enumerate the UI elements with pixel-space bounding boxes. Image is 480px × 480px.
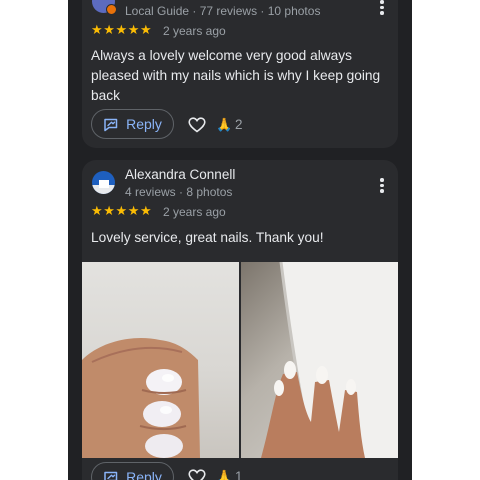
review-date: 2 years ago <box>163 205 226 219</box>
review-text: Always a lovely welcome very good always… <box>91 48 381 103</box>
more-options-button[interactable] <box>380 178 384 193</box>
reply-button[interactable]: Reply <box>91 109 174 139</box>
review-card: Alexandra Connell 4 reviews · 8 photos ★… <box>82 160 398 480</box>
reaction-count: 2 <box>235 117 243 132</box>
star-rating: ★★★★★ <box>91 22 153 37</box>
avatar[interactable] <box>92 0 117 15</box>
star-rating: ★★★★★ <box>91 203 153 218</box>
folded-hands-emoji: 🙏 <box>216 469 233 480</box>
review-card: Local Guide · 77 reviews · 10 photos ★★★… <box>82 0 398 148</box>
reply-icon <box>104 118 118 132</box>
reply-icon <box>104 471 118 480</box>
review-photo[interactable] <box>241 262 398 458</box>
review-photo[interactable] <box>82 262 239 458</box>
folded-hands-emoji: 🙏 <box>216 117 233 132</box>
reply-label: Reply <box>126 116 162 132</box>
local-guide-badge <box>106 4 117 15</box>
more-options-button[interactable] <box>380 0 384 15</box>
reply-button[interactable]: Reply <box>91 462 174 480</box>
reviewer-meta: Local Guide · 77 reviews · 10 photos <box>125 4 321 18</box>
heart-icon[interactable] <box>188 117 206 133</box>
review-date: 2 years ago <box>163 24 226 38</box>
reviewer-name[interactable]: Alexandra Connell <box>125 167 235 182</box>
reaction-count: 1 <box>235 469 243 480</box>
reply-label: Reply <box>126 469 162 480</box>
avatar[interactable] <box>92 171 115 194</box>
heart-icon[interactable] <box>188 469 206 480</box>
review-text: Lovely service, great nails. Thank you! <box>91 230 324 245</box>
review-list: Local Guide · 77 reviews · 10 photos ★★★… <box>68 0 412 480</box>
reviewer-meta: 4 reviews · 8 photos <box>125 185 233 199</box>
